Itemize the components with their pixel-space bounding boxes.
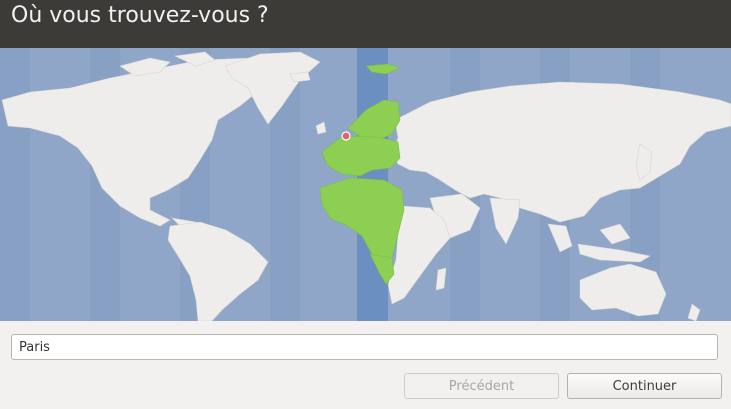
back-button[interactable]: Précédent bbox=[404, 373, 559, 399]
installer-header: Où vous trouvez-vous ? bbox=[0, 0, 731, 48]
location-field[interactable]: Paris bbox=[11, 334, 718, 360]
continue-button[interactable]: Continuer bbox=[567, 373, 722, 399]
city-marker[interactable] bbox=[341, 131, 351, 141]
page-title: Où vous trouvez-vous ? bbox=[11, 3, 269, 28]
world-map[interactable] bbox=[0, 48, 731, 321]
timezone-map[interactable] bbox=[0, 48, 731, 321]
